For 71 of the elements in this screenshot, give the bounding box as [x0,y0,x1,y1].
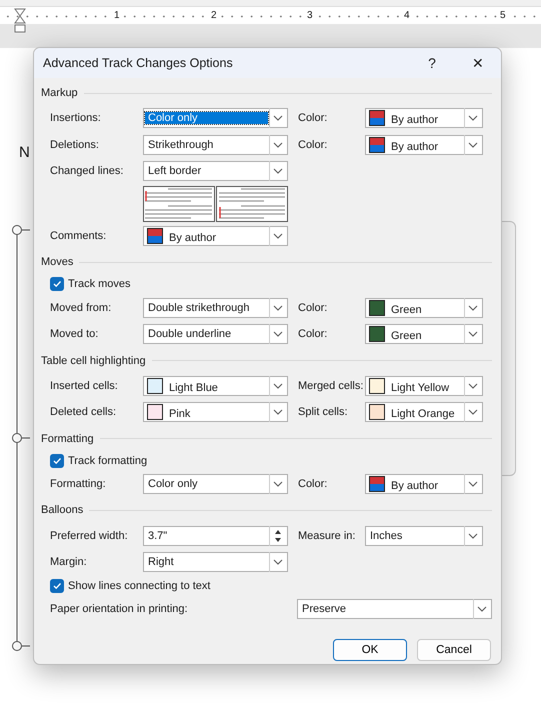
field-label: Moved to: [50,328,100,340]
section-heading: Formatting [41,432,94,445]
checkmark-icon [52,456,62,466]
dropdown[interactable]: Color only [143,474,288,494]
color-swatch [369,300,385,316]
color-swatch [147,404,163,420]
dialog-button[interactable]: Cancel [417,638,491,661]
checkbox[interactable] [50,454,64,468]
color-swatch [369,136,385,153]
checkbox[interactable] [50,277,64,292]
field-label: Color: [297,302,328,314]
color-swatch [369,326,385,342]
field-label: Color: [297,478,328,490]
dialog-button[interactable]: OK [333,638,407,661]
dropdown[interactable]: Preserve [297,598,492,619]
section-heading: Balloons [41,504,84,516]
dropdown[interactable]: By author [365,474,483,494]
field-label: Preferred width: [50,530,129,542]
field-label: Moved from: [50,302,112,314]
checkbox-label: Track moves [68,278,131,290]
dropdown[interactable]: By author [365,108,483,128]
field-label: Formatting: [50,478,107,490]
window-title: Advanced Track Changes Options [43,56,234,70]
dropdown[interactable]: Pink [143,402,288,422]
dropdown[interactable]: Right [143,552,288,572]
section-heading: Markup [41,87,78,99]
field-label: Paper orientation in printing: [50,602,189,615]
section-heading: Table cell highlighting [41,354,146,367]
close-button[interactable]: ✕ [455,48,501,78]
dropdown[interactable]: By author [143,226,288,246]
checkmark-icon [52,580,62,591]
dropdown[interactable]: By author [365,134,483,155]
dropdown[interactable]: Double underline [143,324,288,344]
dropdown[interactable]: Double strikethrough [143,298,288,318]
spin-field[interactable]: 3.7" [143,526,288,546]
field-label: Deleted cells: [50,406,118,418]
checkbox-label: Show lines connecting to text [68,580,210,592]
dropdown[interactable]: Left border [143,161,288,182]
dropdown[interactable]: Light Orange [365,402,483,422]
dropdown[interactable]: Strikethrough [143,134,288,155]
color-swatch [369,378,385,394]
color-swatch [147,228,163,244]
indent-marker-icon[interactable] [14,8,26,34]
field-label: Comments: [50,230,108,242]
dropdown[interactable]: Light Blue [143,376,288,396]
field-label: Split cells: [297,406,349,418]
dropdown[interactable]: Light Yellow [365,376,483,396]
field-label: Changed lines: [50,165,124,178]
dropdown[interactable]: Green [365,298,483,318]
field-label: Margin: [50,556,88,568]
field-label: Color: [297,138,328,151]
color-swatch [147,378,163,394]
field-label: Inserted cells: [50,380,119,392]
color-swatch [369,404,385,420]
checkmark-icon [52,279,62,290]
field-label: Measure in: [297,530,356,542]
section-heading: Moves [41,256,74,268]
color-swatch [369,110,385,126]
help-button[interactable]: ? [409,48,455,78]
dropdown[interactable]: Color only [143,108,288,128]
color-swatch [369,476,385,492]
dropdown[interactable]: Inches [365,526,483,546]
field-label: Color: [297,112,328,124]
checkbox[interactable] [50,578,64,593]
dropdown[interactable]: Green [365,324,483,344]
document-text: N [19,144,30,161]
field-label: Deletions: [50,138,100,151]
field-label: Color: [297,328,328,340]
checkbox-label: Track formatting [68,454,148,467]
field-label: Merged cells: [297,380,364,392]
field-label: Insertions: [50,112,102,124]
